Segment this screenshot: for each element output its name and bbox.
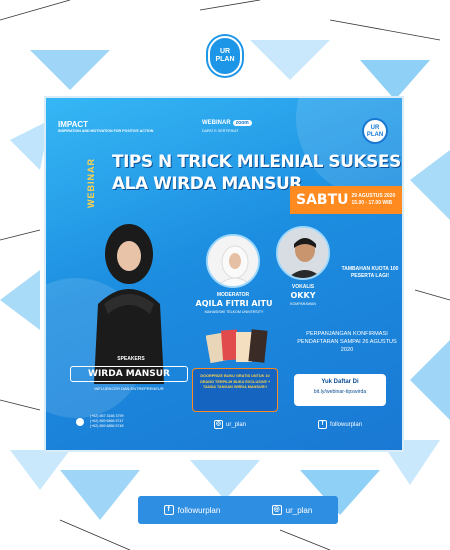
- instagram-icon: ◎: [271, 505, 282, 515]
- instagram-icon: ◎: [214, 420, 223, 429]
- date-time: 15.00 - 17.00 WIB: [351, 200, 393, 206]
- webinar-poster: IMPACT INSPIRATION AND MOTIVATION FOR PO…: [44, 96, 404, 452]
- vokalis-desc: KOMPARAWAN: [290, 302, 316, 306]
- zoom-label: zoom: [232, 120, 252, 126]
- urplan-circle-logo: UR PLAN: [362, 118, 388, 144]
- facebook-icon: f: [318, 420, 327, 429]
- webinar-label: WEBINAR: [202, 120, 231, 126]
- moderator-desc: MAHASISWI TELKOM UNIVERSITY: [204, 310, 264, 314]
- webinar-zoom-badge: WEBINAR zoom DAPAT E-SERTIFIKAT: [202, 120, 252, 133]
- webinar-sub: DAPAT E-SERTIFIKAT: [202, 129, 239, 133]
- footer-social-bar: f followurplan ◎ ur_plan: [138, 496, 338, 524]
- contact-numbers: (+62) 857 3166 3799 (+62) 859 6866 5747 …: [90, 414, 123, 429]
- doorprize-box: DOORPRIZE BUKU GRATIS UNTUK 10 ORANG TER…: [192, 368, 278, 412]
- vokalis-role: VOKALIS: [291, 284, 315, 290]
- phone-icon: [76, 417, 84, 426]
- poster-facebook[interactable]: f followurplan: [318, 420, 362, 429]
- poster-instagram-handle: ur_plan: [226, 421, 247, 428]
- speaker-desc: INFLUENCER DAN ENTREPRENEUR: [94, 386, 164, 391]
- moderator-name: AQILA FITRI AITU: [195, 299, 273, 308]
- moderator-role: MODERATOR: [216, 292, 250, 298]
- impact-subtitle: INSPIRATION AND MOTIVATION FOR POSITIVE …: [58, 129, 154, 133]
- logo-line2: PLAN: [215, 56, 235, 63]
- tambahan-kuota: TAMBAHAN KUOTA 100 PESERTA LAGI!: [341, 266, 399, 279]
- impact-title: IMPACT: [58, 120, 89, 129]
- date-day: SABTU: [296, 192, 349, 208]
- ur-circle-line1: UR: [370, 125, 380, 131]
- date-date: 29 AGUSTUS 2020: [351, 193, 396, 199]
- poster-facebook-handle: followurplan: [330, 421, 363, 428]
- title-line2: ALA WIRDA MANSUR: [112, 174, 302, 194]
- books-image: [206, 329, 268, 364]
- daftar-title: Yuk Daftar Di: [321, 379, 359, 385]
- footer-instagram[interactable]: ◎ ur_plan: [271, 505, 313, 515]
- daftar-link[interactable]: bit.ly/webinar-tipswirda: [294, 389, 386, 395]
- footer-facebook-handle: followurplan: [177, 505, 221, 515]
- urplan-logo: UR PLAN: [208, 36, 242, 76]
- perpanjangan-konfirmasi: PERPANJANGAN KONFIRMASI PENDAFTARAN SAMP…: [297, 331, 397, 353]
- contact-number: (+62) 859 6866 5748: [90, 424, 124, 428]
- date-box: SABTU 29 AGUSTUS 2020 15.00 - 17.00 WIB: [290, 186, 402, 214]
- speaker-role: SPEAKERS: [117, 356, 145, 362]
- speaker-name: WIRDA MANSUR: [70, 366, 188, 382]
- vokalis-name: OKKY: [290, 291, 316, 300]
- poster-instagram[interactable]: ◎ ur_plan: [214, 420, 246, 429]
- moderator-photo: [206, 234, 260, 288]
- footer-instagram-handle: ur_plan: [285, 505, 313, 515]
- ur-circle-line2: PLAN: [366, 132, 384, 138]
- facebook-icon: f: [163, 505, 174, 515]
- logo-line1: UR: [219, 48, 231, 55]
- footer-facebook[interactable]: f followurplan: [163, 505, 221, 515]
- date-detail: 29 AGUSTUS 2020 15.00 - 17.00 WIB: [352, 193, 396, 207]
- title-line1: TIPS N TRICK MILENIAL SUKSES: [112, 152, 401, 172]
- side-webinar-label: WEBINAR: [86, 158, 96, 208]
- vokalis-photo: [276, 226, 330, 280]
- daftar-box: Yuk Daftar Di bit.ly/webinar-tipswirda: [294, 374, 386, 406]
- contact-list: (+62) 857 3166 3799 (+62) 859 6866 5747 …: [76, 414, 123, 429]
- impact-brand: IMPACT INSPIRATION AND MOTIVATION FOR PO…: [58, 120, 153, 133]
